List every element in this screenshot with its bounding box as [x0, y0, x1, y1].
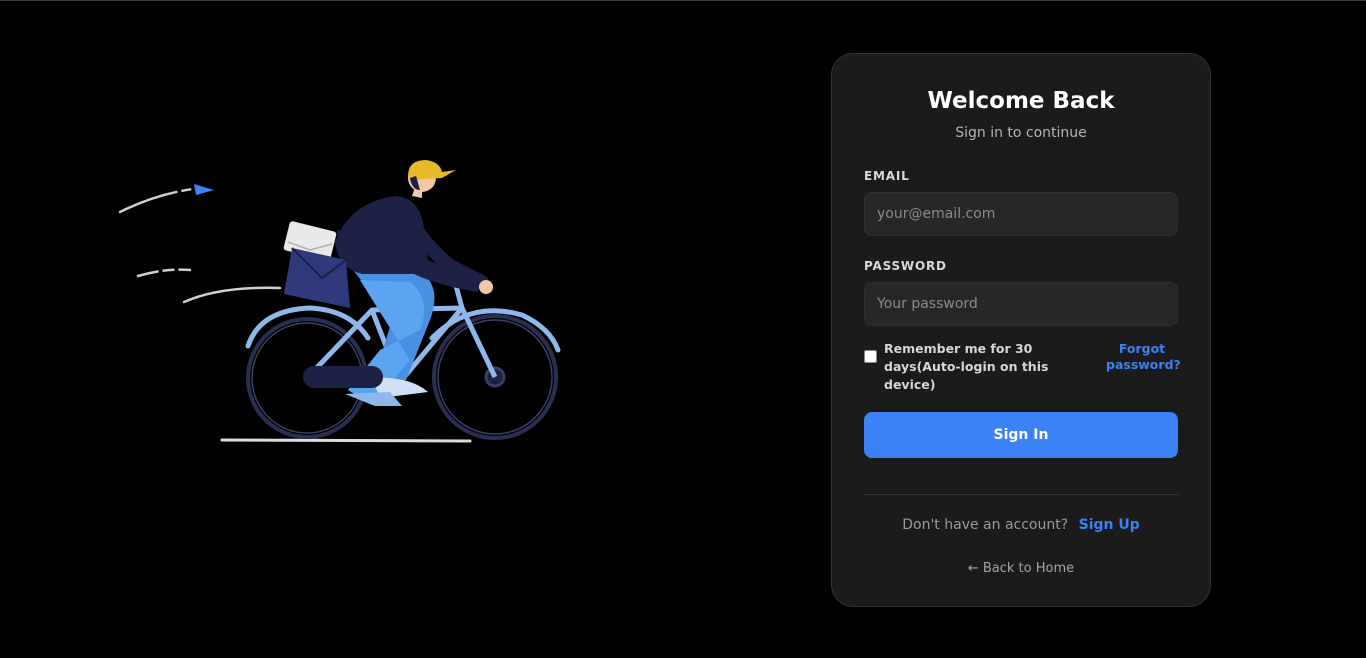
cyclist-illustration [110, 150, 570, 450]
back-to-home-link[interactable]: ← Back to Home [864, 561, 1178, 577]
password-label: PASSWORD [864, 259, 947, 273]
top-border [0, 0, 1366, 1]
sign-in-button[interactable]: Sign In [864, 412, 1178, 458]
signup-prompt: Don't have an account? [902, 517, 1069, 533]
signup-row: Don't have an account? Sign Up [864, 516, 1178, 534]
cyclist-icon [118, 160, 561, 443]
page-subtitle: Sign in to continue [955, 125, 1087, 141]
remember-checkbox[interactable] [864, 350, 877, 363]
divider [864, 494, 1178, 495]
email-label: EMAIL [864, 169, 910, 183]
page-title: Welcome Back [927, 88, 1115, 114]
login-card: Welcome Back Sign in to continue EMAIL P… [831, 53, 1211, 607]
remember-row: Remember me for 30 days(Auto-login on th… [864, 340, 1181, 392]
sign-up-link[interactable]: Sign Up [1079, 517, 1140, 533]
remember-label[interactable]: Remember me for 30 days(Auto-login on th… [884, 340, 1084, 394]
password-input[interactable] [864, 282, 1178, 326]
forgot-password-link[interactable]: Forgot password? [1106, 341, 1181, 373]
email-input[interactable] [864, 192, 1178, 236]
